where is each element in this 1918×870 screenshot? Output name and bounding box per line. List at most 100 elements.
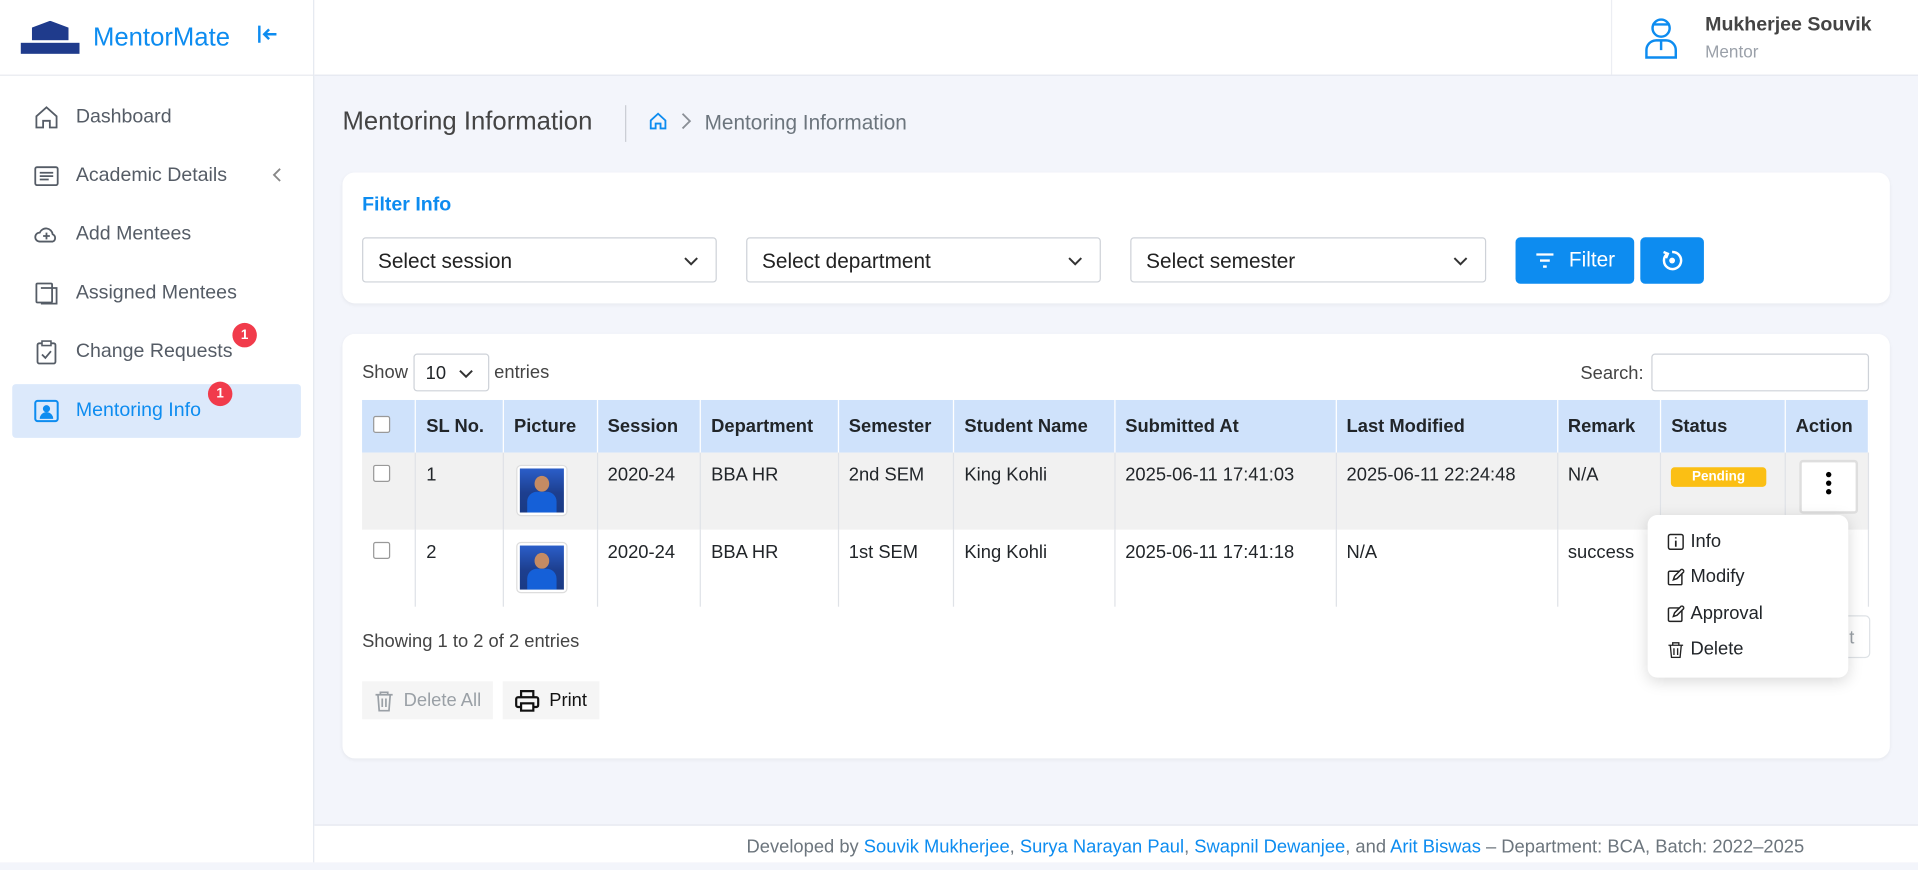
user-card-icon xyxy=(32,396,61,425)
filter-button[interactable]: Filter xyxy=(1515,237,1635,284)
menu-item-delete[interactable]: Delete xyxy=(1667,638,1744,660)
menu-item-approval[interactable]: Approval xyxy=(1667,603,1763,624)
user-avatar-icon xyxy=(1637,13,1686,62)
print-button[interactable]: Print xyxy=(502,681,600,720)
select-all-checkbox[interactable] xyxy=(373,415,391,433)
table-row: 1 2020-24 BBA HR 2nd SEM King Kohli 2025… xyxy=(362,452,1870,530)
reset-button[interactable] xyxy=(1640,237,1704,284)
developer-link[interactable]: Swapnil Dewanjee xyxy=(1194,837,1345,858)
menu-item-label: Info xyxy=(1690,530,1722,552)
row-action-button[interactable] xyxy=(1799,459,1859,514)
submitted-at-cell: 2025-06-11 17:41:18 xyxy=(1114,529,1337,607)
chevron-down-icon xyxy=(459,355,474,393)
row-checkbox[interactable] xyxy=(373,541,391,560)
sidebar-collapse-icon[interactable] xyxy=(257,23,279,51)
col-department[interactable]: Department xyxy=(700,399,839,453)
col-student-name[interactable]: Student Name xyxy=(954,399,1116,453)
user-name: Mukherjee Souvik xyxy=(1705,14,1872,35)
developer-link[interactable]: Surya Narayan Paul xyxy=(1020,837,1184,858)
filter-title: Filter Info xyxy=(362,194,452,216)
student-name-cell: King Kohli xyxy=(954,529,1116,607)
sidebar-item-label: Add Mentees xyxy=(75,223,192,245)
topbar: Mukherjee Souvik Mentor xyxy=(314,0,1918,76)
menu-item-modify[interactable]: Modify xyxy=(1667,566,1745,587)
sidebar: MentorMate Dashboard Academic Details Ad… xyxy=(0,0,315,863)
breadcrumb: Mentoring Information xyxy=(625,105,907,142)
row-select-cell xyxy=(362,452,417,530)
remark-cell: success xyxy=(1557,529,1662,607)
page-title: Mentoring Information xyxy=(342,107,593,136)
department-select[interactable]: Select department xyxy=(746,237,1101,284)
semester-select-value: Select semester xyxy=(1146,249,1296,273)
sidebar-item-label: Academic Details xyxy=(75,165,228,186)
col-picture[interactable]: Picture xyxy=(503,399,598,453)
chevron-down-icon xyxy=(1068,239,1083,284)
trash-icon xyxy=(1667,640,1690,658)
semester-select[interactable]: Select semester xyxy=(1130,237,1487,284)
breadcrumb-home-icon[interactable] xyxy=(648,111,668,137)
col-action: Action xyxy=(1785,399,1870,453)
semester-cell: 2nd SEM xyxy=(838,452,955,530)
sidebar-item-mentoring-info[interactable]: Mentoring Info 1 xyxy=(12,381,301,438)
breadcrumb-current: Mentoring Information xyxy=(704,111,907,135)
delete-all-label: Delete All xyxy=(403,689,482,711)
submitted-at-cell: 2025-06-11 17:41:03 xyxy=(1114,452,1337,530)
row-checkbox[interactable] xyxy=(373,464,391,482)
reset-icon xyxy=(1661,250,1683,272)
app-root: MentorMate Dashboard Academic Details Ad… xyxy=(0,0,1918,863)
status-badge: Pending xyxy=(1671,467,1766,487)
developer-link[interactable]: Arit Biswas xyxy=(1390,837,1481,858)
table-row: 2 2020-24 BBA HR 1st SEM King Kohli 2025… xyxy=(362,529,1870,607)
sidebar-item-change-requests[interactable]: Change Requests 1 xyxy=(12,322,301,379)
student-photo xyxy=(516,464,568,517)
col-last-modified[interactable]: Last Modified xyxy=(1336,399,1559,453)
menu-item-label: Delete xyxy=(1690,638,1744,660)
app-name: MentorMate xyxy=(92,22,231,51)
student-photo xyxy=(516,541,568,594)
session-cell: 2020-24 xyxy=(597,452,702,530)
sl-cell: 2 xyxy=(415,529,505,607)
entries-label: entries xyxy=(494,362,550,383)
info-icon xyxy=(1667,533,1690,550)
filter-icon xyxy=(1535,253,1555,268)
sl-cell: 1 xyxy=(415,452,505,530)
edit-icon xyxy=(1667,604,1690,622)
brand: MentorMate xyxy=(0,0,314,76)
picture-cell xyxy=(503,529,598,607)
row-select-cell xyxy=(362,529,417,607)
eminent-logo xyxy=(20,19,81,56)
sidebar-item-add-mentees[interactable]: Add Mentees xyxy=(12,208,301,262)
sidebar-item-dashboard[interactable]: Dashboard xyxy=(12,91,301,145)
col-sl-no[interactable]: SL No. xyxy=(415,399,505,453)
list-icon xyxy=(32,161,61,190)
menu-item-info[interactable]: Info xyxy=(1667,531,1721,552)
page-length-value: 10 xyxy=(425,363,447,385)
col-semester[interactable]: Semester xyxy=(838,399,955,453)
col-status[interactable]: Status xyxy=(1660,399,1786,453)
show-label: Show xyxy=(362,362,408,383)
developer-link[interactable]: Souvik Mukherjee xyxy=(864,837,1010,858)
col-remark[interactable]: Remark xyxy=(1557,399,1662,453)
user-role: Mentor xyxy=(1705,40,1759,61)
chevron-down-icon xyxy=(1453,239,1468,284)
footer: Developed by Souvik Mukherjee, Surya Nar… xyxy=(314,824,1918,863)
chevron-down-icon xyxy=(684,239,699,284)
clipboard-check-icon xyxy=(32,338,61,367)
mentoring-table: SL No. Picture Session Department Semest… xyxy=(362,399,1870,607)
sidebar-item-label: Change Requests xyxy=(75,341,233,363)
trash-icon xyxy=(374,689,394,711)
page-length-select[interactable]: 10 xyxy=(413,353,490,393)
session-select[interactable]: Select session xyxy=(362,237,717,284)
printer-icon xyxy=(515,689,540,712)
col-submitted-at[interactable]: Submitted At xyxy=(1114,399,1337,453)
sidebar-item-assigned-mentees[interactable]: Assigned Mentees xyxy=(12,267,301,321)
department-cell: BBA HR xyxy=(700,452,839,530)
picture-cell xyxy=(503,452,598,530)
sidebar-item-academic-details[interactable]: Academic Details xyxy=(12,149,301,203)
user-menu[interactable]: Mukherjee Souvik Mentor xyxy=(1610,0,1918,75)
delete-all-button[interactable]: Delete All xyxy=(362,681,494,720)
department-select-value: Select department xyxy=(762,249,931,273)
documents-icon xyxy=(32,279,61,308)
search-input[interactable] xyxy=(1651,353,1870,392)
col-session[interactable]: Session xyxy=(597,399,702,453)
